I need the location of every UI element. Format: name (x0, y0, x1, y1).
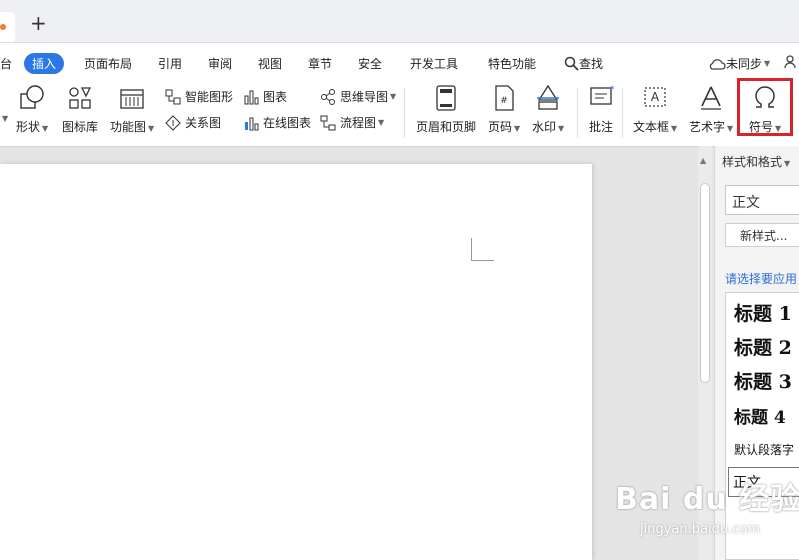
style-list: 标题 1 标题 2 标题 3 标题 4 默认段落字 正文 (725, 292, 799, 560)
sync-status[interactable]: 未同步 ▼ (708, 55, 770, 72)
ribbon-caret-left[interactable]: ▼ (0, 114, 8, 123)
textbox-label: 文本框 (633, 120, 670, 134)
wordart-button[interactable]: 艺术字 ▼ (689, 84, 733, 142)
flowchart-label: 流程图 (340, 116, 377, 130)
shape-label: 形状 (16, 120, 41, 134)
menu-review[interactable]: 审阅 (208, 55, 232, 72)
textbox-icon: A (644, 87, 666, 107)
relation-chart-label: 关系图 (185, 116, 222, 130)
svg-text:A: A (651, 90, 660, 104)
unsaved-dot-icon (0, 24, 6, 30)
watermark-label: 水印 (532, 120, 557, 134)
margin-corner-mark (471, 238, 494, 261)
document-page[interactable] (0, 164, 592, 560)
wordart-label: 艺术字 (689, 120, 726, 134)
menu-chapter[interactable]: 章节 (308, 55, 332, 72)
style-item-heading-4[interactable]: 标题 4 (734, 403, 786, 428)
menu-page-layout[interactable]: 页面布局 (84, 55, 132, 72)
search-icon (564, 56, 579, 71)
style-item-heading-2[interactable]: 标题 2 (734, 333, 792, 360)
comment-icon: * (590, 85, 614, 105)
flowchart-icon (320, 115, 336, 130)
page-number-icon: # (495, 85, 514, 111)
smart-shape-icon (165, 89, 181, 104)
tab-strip (0, 0, 799, 42)
svg-text:#: # (500, 96, 508, 106)
menu-features[interactable]: 特色功能 (488, 55, 536, 72)
style-item-default-font[interactable]: 默认段落字 (734, 441, 794, 458)
shape-icon (20, 85, 44, 109)
style-item-heading-1[interactable]: 标题 1 (734, 299, 792, 326)
online-chart-label: 在线图表 (263, 116, 312, 130)
user-icon[interactable] (784, 55, 799, 72)
header-footer-icon (436, 85, 456, 111)
menu-insert[interactable]: 插入 (24, 53, 65, 74)
baidu-watermark-logo: Bai du 经验 (615, 482, 799, 517)
chart-button[interactable]: 图表 (243, 88, 287, 105)
menu-view[interactable]: 视图 (258, 55, 282, 72)
shape-button[interactable]: 形状 ▼ (16, 84, 48, 142)
online-chart-icon (245, 117, 259, 130)
mindmap-icon (321, 88, 335, 105)
chart-label: 图表 (263, 90, 288, 104)
menu-references[interactable]: 引用 (158, 55, 182, 72)
relation-chart-button[interactable]: 关系图 (165, 114, 221, 131)
comment-label: 批注 (588, 120, 613, 134)
header-footer-button[interactable]: 页眉和页脚 (416, 84, 476, 142)
scrollbar-thumb[interactable] (700, 183, 710, 383)
smart-shape-button[interactable]: 智能图形 (165, 88, 233, 105)
wordart-icon (701, 86, 722, 110)
svg-text:*: * (610, 85, 614, 95)
menu-developer[interactable]: 开发工具 (410, 55, 458, 72)
ribbon-separator (404, 88, 405, 138)
apply-style-prompt: 请选择要应用 (725, 272, 798, 286)
smart-shape-label: 智能图形 (185, 90, 234, 104)
menu-workbench[interactable]: 台 (0, 55, 12, 72)
scroll-up-arrow-icon[interactable]: ▲ (700, 156, 706, 165)
textbox-button[interactable]: A 文本框 ▼ (633, 84, 677, 142)
menu-bar: 台 插入 页面布局 引用 审阅 视图 章节 安全 开发工具 特色功能 查找 未同… (0, 42, 799, 81)
styles-panel-title[interactable]: 样式和格式 ▼ (722, 153, 790, 170)
mindmap-button[interactable]: 思维导图 ▼ (320, 88, 396, 105)
chart-icon (244, 90, 259, 104)
comment-button[interactable]: * 批注 (588, 84, 614, 142)
function-chart-label: 功能图 (110, 120, 147, 134)
sync-label: 未同步 (726, 57, 763, 71)
menu-security[interactable]: 安全 (358, 55, 382, 72)
watermark-button[interactable]: 水印 ▼ (532, 84, 564, 142)
baidu-watermark-url: jingyan.baidu.com (640, 522, 760, 537)
ribbon-toolbar: ▼ 形状 ▼ 图标库 功能图 ▼ 智能图形 图表 思维导图 ▼ 关系图 在线图表 流程… (0, 80, 799, 147)
cloud-icon (709, 58, 726, 70)
watermark-icon (537, 84, 560, 110)
header-footer-label: 页眉和页脚 (416, 120, 477, 134)
page-number-label: 页码 (488, 120, 513, 134)
page-number-button[interactable]: # 页码 ▼ (488, 84, 520, 142)
new-style-button[interactable]: 新样式... (725, 223, 799, 247)
flowchart-button[interactable]: 流程图 ▼ (320, 114, 384, 131)
icon-library-icon (69, 87, 92, 109)
ribbon-separator (622, 88, 623, 138)
style-item-heading-3[interactable]: 标题 3 (734, 367, 792, 394)
mindmap-label: 思维导图 (340, 90, 389, 104)
relation-chart-icon (165, 114, 181, 131)
symbol-highlight-box (737, 78, 793, 136)
current-style-field[interactable]: 正文 (725, 185, 799, 215)
ribbon-separator (577, 88, 578, 138)
online-chart-button[interactable]: 在线图表 (243, 114, 311, 131)
function-chart-icon (120, 89, 144, 109)
icon-library-button[interactable]: 图标库 (62, 84, 98, 142)
function-chart-button[interactable]: 功能图 ▼ (110, 84, 154, 142)
icon-library-label: 图标库 (62, 120, 99, 134)
menu-find-label: 查找 (579, 57, 604, 71)
menu-find[interactable]: 查找 (564, 55, 603, 72)
new-tab-button[interactable]: + (30, 13, 47, 33)
